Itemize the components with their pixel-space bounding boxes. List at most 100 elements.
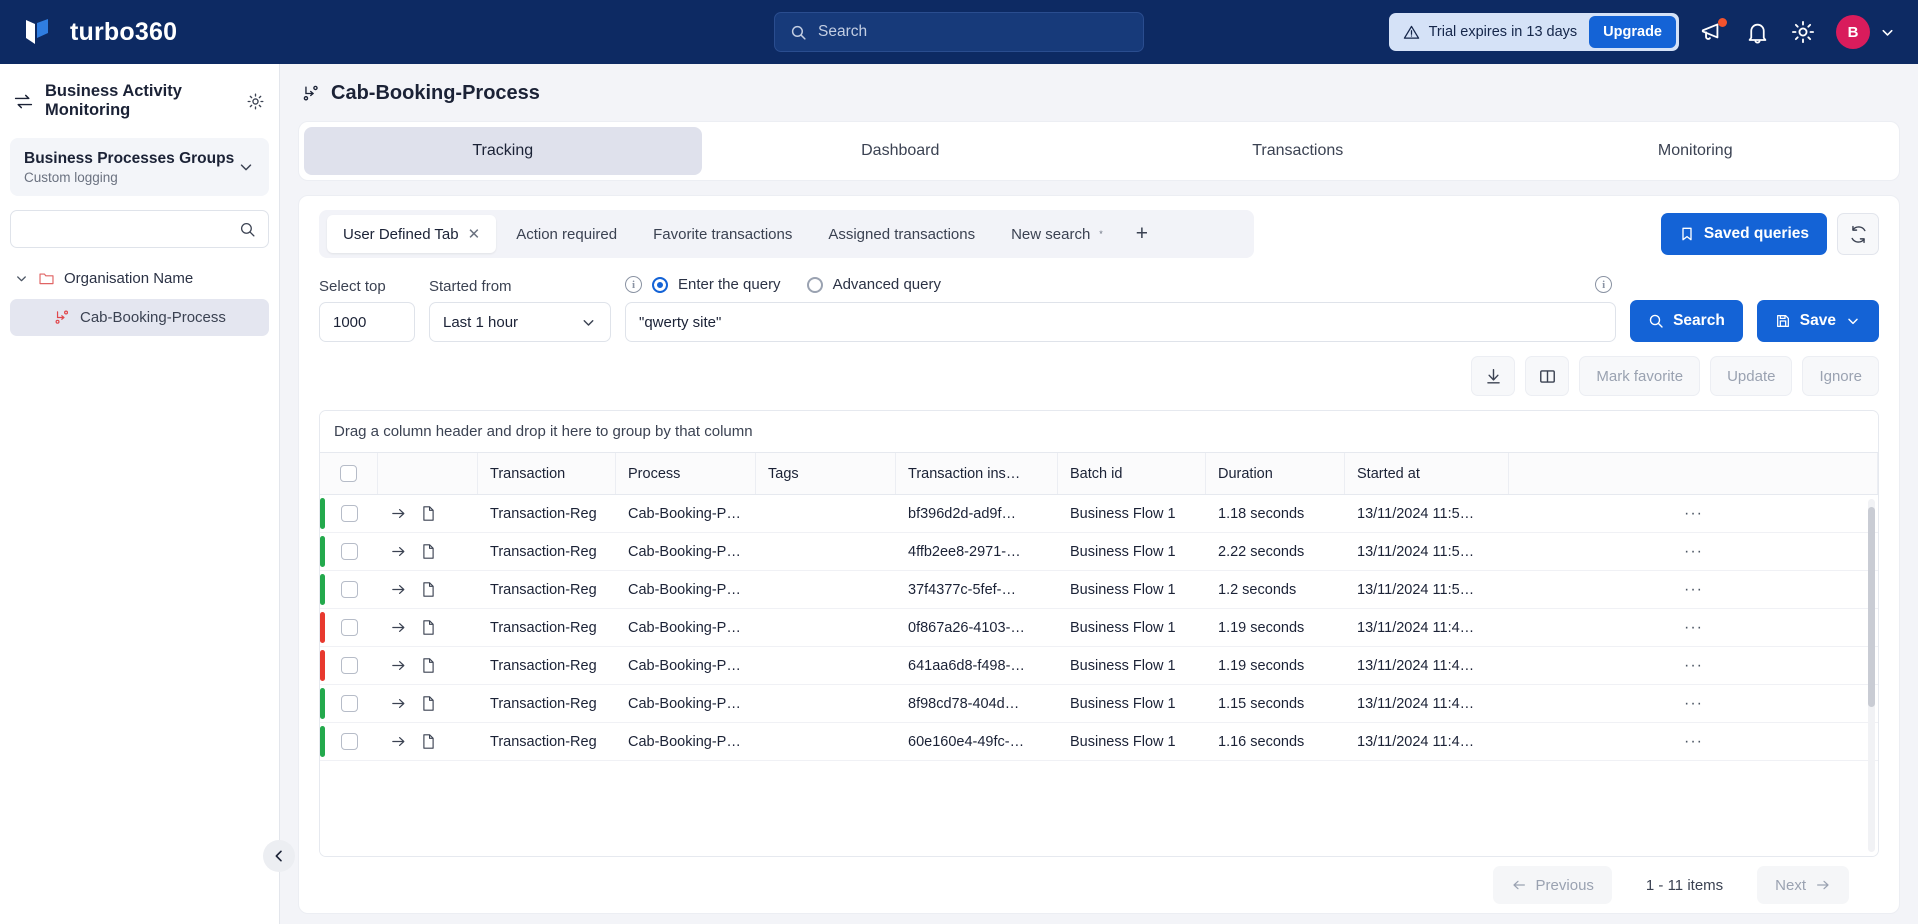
arrow-right-icon[interactable] bbox=[390, 695, 407, 712]
save-button[interactable]: Save bbox=[1756, 300, 1879, 342]
next-page-button[interactable]: Next bbox=[1757, 866, 1849, 904]
column-header-transaction-instance[interactable]: Transaction ins… bbox=[896, 453, 1058, 494]
row-select-cell[interactable] bbox=[320, 723, 378, 760]
settings-button[interactable] bbox=[1790, 19, 1816, 45]
column-header-started-at[interactable]: Started at bbox=[1345, 453, 1509, 494]
add-query-tab-button[interactable]: + bbox=[1123, 215, 1161, 253]
row-checkbox[interactable] bbox=[340, 505, 358, 522]
row-more-cell[interactable]: ··· bbox=[1509, 609, 1878, 646]
radio-enter-the-query[interactable] bbox=[652, 276, 668, 293]
row-select-cell[interactable] bbox=[320, 647, 378, 684]
row-select-cell[interactable] bbox=[320, 495, 378, 532]
row-checkbox[interactable] bbox=[340, 543, 358, 560]
table-row[interactable]: Transaction-Reg Cab-Booking-P… bf396d2d-ad… bbox=[320, 495, 1878, 533]
download-button[interactable] bbox=[1471, 356, 1516, 396]
notifications-button[interactable] bbox=[1745, 20, 1770, 45]
row-checkbox[interactable] bbox=[340, 619, 358, 636]
document-icon[interactable] bbox=[421, 505, 436, 522]
tab-transactions[interactable]: Transactions bbox=[1099, 127, 1497, 175]
info-icon[interactable]: i bbox=[625, 276, 642, 293]
more-options-icon[interactable]: ··· bbox=[1684, 581, 1703, 599]
document-icon[interactable] bbox=[421, 581, 436, 598]
table-row[interactable]: Transaction-Reg Cab-Booking-P… 4ffb2ee8-29… bbox=[320, 533, 1878, 571]
tab-monitoring[interactable]: Monitoring bbox=[1497, 127, 1895, 175]
row-select-cell[interactable] bbox=[320, 571, 378, 608]
table-row[interactable]: Transaction-Reg Cab-Booking-P… 60e160e4-49… bbox=[320, 723, 1878, 761]
table-row[interactable]: Transaction-Reg Cab-Booking-P… 641aa6d8-f4… bbox=[320, 647, 1878, 685]
sidebar-item-cab-booking-process[interactable]: Cab-Booking-Process bbox=[10, 299, 269, 337]
close-icon[interactable]: ✕ bbox=[468, 225, 481, 243]
mark-favorite-button[interactable]: Mark favorite bbox=[1579, 356, 1701, 396]
sidebar-settings-icon[interactable] bbox=[246, 92, 265, 111]
document-icon[interactable] bbox=[421, 695, 436, 712]
row-more-cell[interactable]: ··· bbox=[1509, 495, 1878, 532]
more-options-icon[interactable]: ··· bbox=[1684, 695, 1703, 713]
query-tab-action-required[interactable]: Action required bbox=[500, 215, 633, 253]
arrow-right-icon[interactable] bbox=[390, 733, 407, 750]
started-from-select[interactable]: Last 1 hour bbox=[429, 302, 611, 342]
document-icon[interactable] bbox=[421, 619, 436, 636]
user-menu[interactable]: B bbox=[1836, 15, 1896, 49]
search-button[interactable]: Search bbox=[1630, 300, 1743, 342]
row-checkbox[interactable] bbox=[340, 733, 358, 750]
upgrade-button[interactable]: Upgrade bbox=[1589, 16, 1676, 48]
sidebar-search-input[interactable] bbox=[23, 221, 239, 238]
column-header-duration[interactable]: Duration bbox=[1206, 453, 1345, 494]
arrow-right-icon[interactable] bbox=[390, 581, 407, 598]
query-tab-assigned-transactions[interactable]: Assigned transactions bbox=[812, 215, 991, 253]
sidebar-collapse-button[interactable] bbox=[263, 840, 295, 872]
row-more-cell[interactable]: ··· bbox=[1509, 685, 1878, 722]
column-header-transaction[interactable]: Transaction bbox=[478, 453, 616, 494]
row-checkbox[interactable] bbox=[340, 695, 358, 712]
global-search[interactable]: Search bbox=[774, 12, 1144, 52]
row-checkbox[interactable] bbox=[340, 657, 358, 674]
row-select-cell[interactable] bbox=[320, 609, 378, 646]
column-header-process[interactable]: Process bbox=[616, 453, 756, 494]
row-more-cell[interactable]: ··· bbox=[1509, 647, 1878, 684]
query-help-icon[interactable]: i bbox=[1595, 276, 1613, 293]
brand[interactable]: turbo360 bbox=[22, 16, 177, 48]
row-select-cell[interactable] bbox=[320, 685, 378, 722]
row-checkbox[interactable] bbox=[340, 581, 358, 598]
grid-scrollbar-thumb[interactable] bbox=[1868, 507, 1875, 707]
select-top-input[interactable]: 1000 bbox=[319, 302, 415, 342]
tree-node-organisation[interactable]: Organisation Name bbox=[0, 264, 279, 293]
row-more-cell[interactable]: ··· bbox=[1509, 723, 1878, 760]
query-tab-favorite-transactions[interactable]: Favorite transactions bbox=[637, 215, 808, 253]
more-options-icon[interactable]: ··· bbox=[1684, 543, 1703, 561]
arrow-right-icon[interactable] bbox=[390, 543, 407, 560]
refresh-button[interactable] bbox=[1837, 213, 1879, 255]
document-icon[interactable] bbox=[421, 657, 436, 674]
row-select-cell[interactable] bbox=[320, 533, 378, 570]
more-options-icon[interactable]: ··· bbox=[1684, 733, 1703, 751]
more-options-icon[interactable]: ··· bbox=[1684, 619, 1703, 637]
update-button[interactable]: Update bbox=[1710, 356, 1793, 396]
document-icon[interactable] bbox=[421, 733, 436, 750]
query-input[interactable]: "qwerty site" bbox=[625, 302, 1617, 342]
tab-dashboard[interactable]: Dashboard bbox=[702, 127, 1100, 175]
ignore-button[interactable]: Ignore bbox=[1802, 356, 1879, 396]
business-process-groups-selector[interactable]: Business Processes Groups Custom logging bbox=[10, 138, 269, 197]
table-row[interactable]: Transaction-Reg Cab-Booking-P… 37f4377c-5f… bbox=[320, 571, 1878, 609]
arrow-right-icon[interactable] bbox=[390, 619, 407, 636]
arrow-right-icon[interactable] bbox=[390, 505, 407, 522]
more-options-icon[interactable]: ··· bbox=[1684, 505, 1703, 523]
grid-scrollbar[interactable] bbox=[1868, 499, 1875, 852]
previous-page-button[interactable]: Previous bbox=[1492, 866, 1612, 904]
document-icon[interactable] bbox=[421, 543, 436, 560]
select-all-header[interactable] bbox=[320, 453, 378, 494]
radio-advanced-query-label[interactable]: Advanced query bbox=[833, 276, 941, 293]
saved-queries-button[interactable]: Saved queries bbox=[1660, 213, 1827, 255]
query-tab-user-defined[interactable]: User Defined Tab ✕ bbox=[327, 215, 497, 253]
arrow-right-icon[interactable] bbox=[390, 657, 407, 674]
radio-advanced-query[interactable] bbox=[806, 276, 823, 293]
group-by-dropzone[interactable]: Drag a column header and drop it here to… bbox=[320, 411, 1878, 453]
row-more-cell[interactable]: ··· bbox=[1509, 571, 1878, 608]
column-header-tags[interactable]: Tags bbox=[756, 453, 896, 494]
sidebar-search[interactable] bbox=[10, 210, 269, 249]
select-all-checkbox[interactable] bbox=[340, 465, 357, 482]
column-chooser-button[interactable] bbox=[1525, 356, 1570, 396]
table-row[interactable]: Transaction-Reg Cab-Booking-P… 0f867a26-41… bbox=[320, 609, 1878, 647]
row-more-cell[interactable]: ··· bbox=[1509, 533, 1878, 570]
radio-enter-the-query-label[interactable]: Enter the query bbox=[678, 276, 781, 293]
